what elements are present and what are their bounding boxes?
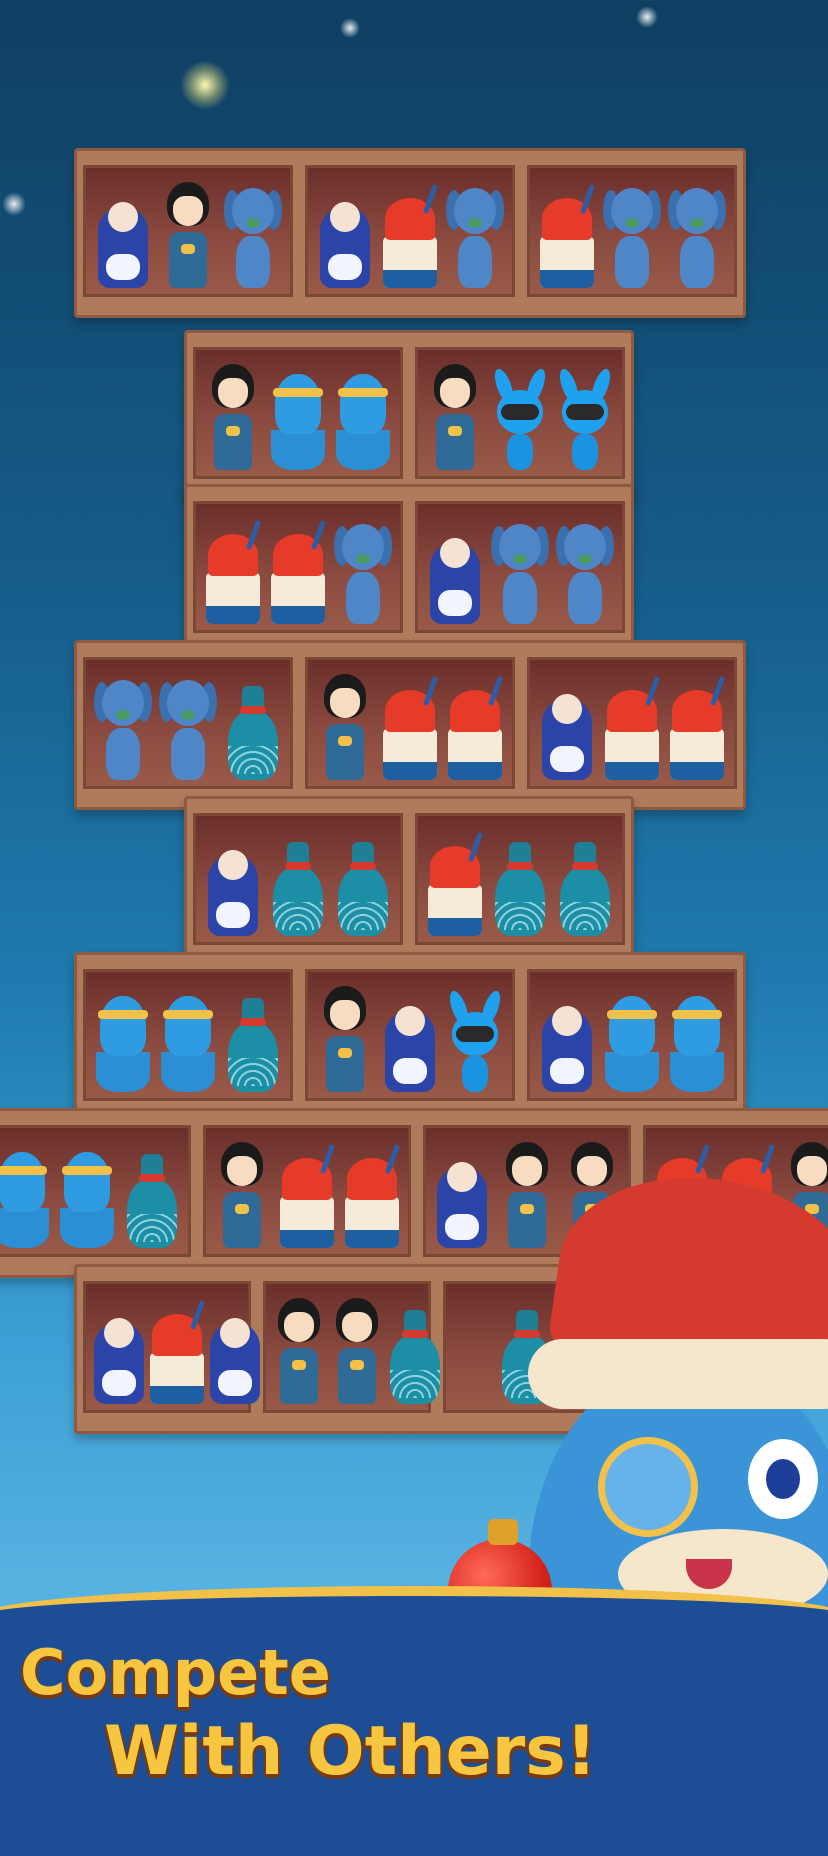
matryoshka-doll-tile[interactable] xyxy=(538,672,596,780)
blue-dog-tile[interactable] xyxy=(93,672,152,780)
shave-ice-tile[interactable] xyxy=(381,672,439,780)
blue-dog-tile[interactable] xyxy=(334,516,393,624)
blue-vase-tile[interactable] xyxy=(556,828,614,936)
shelf-cell[interactable] xyxy=(527,969,737,1101)
kokeshi-doll-tile[interactable] xyxy=(426,362,484,470)
octopus-tile[interactable] xyxy=(269,362,327,470)
blue-vase-tile[interactable] xyxy=(386,1296,444,1404)
octopus-tile[interactable] xyxy=(668,984,726,1092)
kokeshi-doll-tile[interactable] xyxy=(213,1140,271,1248)
shelf-cell[interactable] xyxy=(527,165,737,297)
blue-dog-tile[interactable] xyxy=(490,516,549,624)
shelf-cell[interactable] xyxy=(263,1281,440,1413)
shave-ice-tile[interactable] xyxy=(426,828,484,936)
matryoshka-doll-tile[interactable] xyxy=(538,984,596,1092)
blue-vase-tile[interactable] xyxy=(269,828,327,936)
kokeshi-doll-tile[interactable] xyxy=(204,362,262,470)
octopus-tile[interactable] xyxy=(603,984,661,1092)
star-icon xyxy=(636,6,658,28)
blue-bunny-tile[interactable] xyxy=(491,362,549,470)
shelf-cell[interactable] xyxy=(83,657,293,789)
matryoshka-doll-tile[interactable] xyxy=(381,984,439,1092)
shave-ice-tile[interactable] xyxy=(343,1140,401,1248)
shelf-cell[interactable] xyxy=(305,165,515,297)
headline-line-1: Compete xyxy=(20,1636,331,1709)
blue-vase-tile[interactable] xyxy=(224,672,282,780)
shave-ice-tile[interactable] xyxy=(204,516,262,624)
shelf-row xyxy=(74,952,746,1122)
shelf-cell[interactable] xyxy=(415,501,625,633)
shave-ice-tile[interactable] xyxy=(603,672,661,780)
blue-dog-tile[interactable] xyxy=(668,180,727,288)
shelf-row xyxy=(74,148,746,318)
blue-dog-tile[interactable] xyxy=(224,180,283,288)
hat-rim xyxy=(528,1339,828,1409)
shelf-cell[interactable] xyxy=(203,1125,411,1257)
matryoshka-doll-tile[interactable] xyxy=(94,180,152,288)
shave-ice-tile[interactable] xyxy=(381,180,439,288)
shelf-cell[interactable] xyxy=(0,1125,191,1257)
shelf-cell[interactable] xyxy=(83,165,293,297)
shelf-row xyxy=(184,796,634,966)
blue-bunny-tile[interactable] xyxy=(446,984,505,1092)
matryoshka-doll-tile[interactable] xyxy=(316,180,374,288)
blue-vase-tile[interactable] xyxy=(334,828,392,936)
blue-vase-tile[interactable] xyxy=(224,984,282,1092)
shelf-row xyxy=(184,484,634,654)
blue-vase-tile[interactable] xyxy=(491,828,549,936)
shelf-cell[interactable] xyxy=(415,347,625,479)
shave-ice-tile[interactable] xyxy=(148,1296,206,1404)
blue-dog-tile[interactable] xyxy=(556,516,615,624)
monocle-icon xyxy=(598,1437,698,1537)
blue-vase-tile[interactable] xyxy=(123,1140,181,1248)
star-icon xyxy=(340,18,360,38)
shelf-cell[interactable] xyxy=(305,657,515,789)
kokeshi-doll-tile[interactable] xyxy=(270,1296,328,1404)
matryoshka-doll-tile[interactable] xyxy=(204,828,262,936)
shave-ice-tile[interactable] xyxy=(269,516,327,624)
star-icon xyxy=(2,192,26,216)
shelf-cell[interactable] xyxy=(193,501,403,633)
blue-dog-tile[interactable] xyxy=(158,672,217,780)
blue-dog-tile[interactable] xyxy=(602,180,661,288)
shelf-cell[interactable] xyxy=(193,347,403,479)
sparkle-icon xyxy=(180,60,230,110)
shelf-row xyxy=(74,640,746,810)
octopus-tile[interactable] xyxy=(58,1140,116,1248)
octopus-tile[interactable] xyxy=(94,984,152,1092)
ornament-cap xyxy=(488,1519,518,1545)
octopus-tile[interactable] xyxy=(0,1140,51,1248)
matryoshka-doll-tile[interactable] xyxy=(206,1296,264,1404)
kokeshi-doll-tile[interactable] xyxy=(316,984,374,1092)
headline-line-2: With Others! xyxy=(104,1712,597,1791)
shelf-cell[interactable] xyxy=(415,813,625,945)
kokeshi-doll-tile[interactable] xyxy=(328,1296,386,1404)
shelf-cell[interactable] xyxy=(83,1281,260,1413)
octopus-tile[interactable] xyxy=(334,362,392,470)
kokeshi-doll-tile[interactable] xyxy=(316,672,374,780)
shave-ice-tile[interactable] xyxy=(278,1140,336,1248)
shelf-cell[interactable] xyxy=(193,813,403,945)
shelf-cell[interactable] xyxy=(83,969,293,1101)
shave-ice-tile[interactable] xyxy=(668,672,726,780)
shave-ice-tile[interactable] xyxy=(538,180,596,288)
matryoshka-doll-tile[interactable] xyxy=(90,1296,148,1404)
shelf-cell[interactable] xyxy=(305,969,515,1101)
blue-dog-tile[interactable] xyxy=(446,180,505,288)
shave-ice-tile[interactable] xyxy=(446,672,504,780)
mascot-eye xyxy=(748,1439,818,1519)
shelf-row xyxy=(184,330,634,500)
kokeshi-doll-tile[interactable] xyxy=(159,180,217,288)
blue-bunny-tile[interactable] xyxy=(556,362,615,470)
matryoshka-doll-tile[interactable] xyxy=(426,516,484,624)
shelf-cell[interactable] xyxy=(527,657,737,789)
octopus-tile[interactable] xyxy=(159,984,217,1092)
